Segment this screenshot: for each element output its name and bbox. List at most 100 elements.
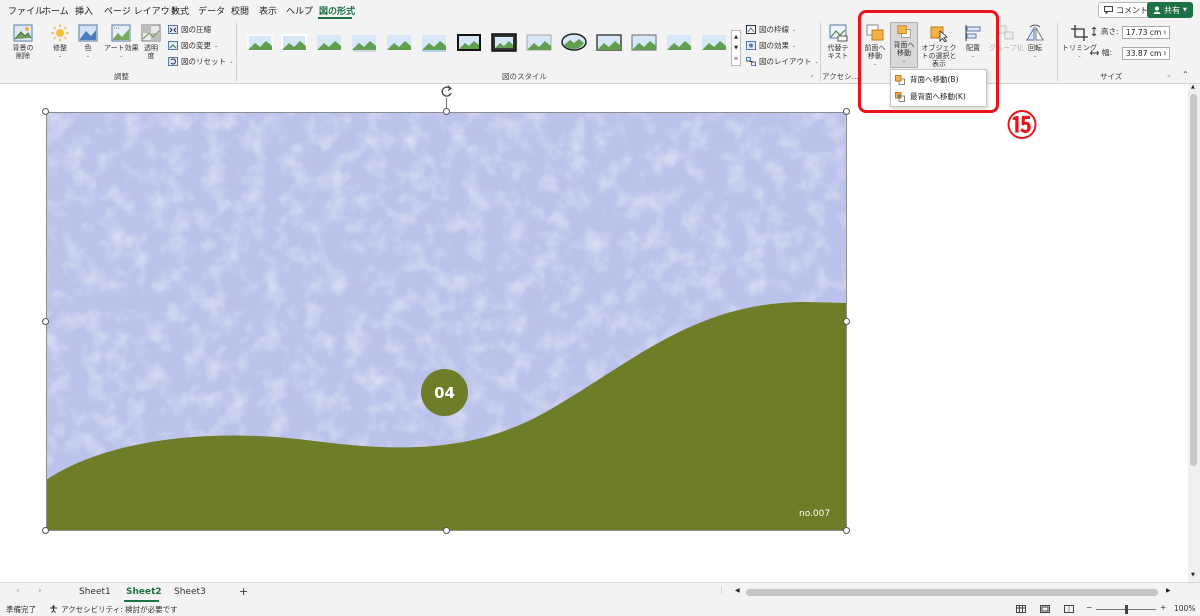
vertical-scroll-thumb[interactable]	[1190, 94, 1197, 466]
horizontal-scroll-thumb[interactable]	[746, 589, 1158, 596]
collapse-ribbon-icon[interactable]: ⌃	[1182, 70, 1189, 79]
resize-handle-top-right[interactable]	[843, 108, 850, 115]
comment-button[interactable]: コメント	[1098, 2, 1154, 18]
sheet-tab-1[interactable]: Sheet1	[79, 587, 111, 597]
color-button[interactable]: 色 ⌄	[78, 24, 98, 60]
next-sheet-icon[interactable]: ›	[38, 586, 42, 596]
accessibility-status[interactable]: アクセシビリティ: 検討が必要です	[61, 604, 178, 615]
alt-text-button[interactable]: 代替テキスト	[825, 24, 851, 60]
picture-effects-button[interactable]: 図の効果 ⌄	[746, 40, 796, 51]
transparency-icon	[141, 24, 161, 42]
tab-split-handle-icon[interactable]: ⋮	[718, 586, 725, 594]
picture-style-4[interactable]	[350, 31, 378, 53]
reset-picture-icon	[168, 57, 178, 66]
artistic-effects-icon	[111, 24, 131, 42]
group-separator	[820, 23, 821, 81]
picture-style-8[interactable]	[490, 31, 518, 53]
picture-style-9[interactable]	[525, 31, 553, 53]
selection-border	[46, 112, 847, 531]
step-number-annotation: ⑮	[1007, 109, 1037, 144]
corrections-button[interactable]: 修整 ⌄	[50, 24, 70, 60]
compress-pictures-button[interactable]: 図の圧縮	[168, 24, 211, 35]
scroll-right-icon[interactable]: ▶	[1166, 587, 1171, 594]
height-control: 高さ:	[1090, 26, 1119, 37]
artistic-effects-button[interactable]: アート効果 ⌄	[104, 24, 139, 60]
normal-view-icon[interactable]	[1016, 605, 1026, 613]
tab-page-layout[interactable]: ページ レイアウト	[104, 4, 179, 17]
dialog-launcher-icon[interactable]: ⌟	[1167, 71, 1170, 78]
zoom-slider-thumb[interactable]	[1125, 605, 1128, 614]
scroll-up-icon[interactable]: ▲	[1191, 84, 1195, 90]
resize-handle-top-left[interactable]	[42, 108, 49, 115]
picture-style-14[interactable]	[700, 31, 728, 53]
picture-style-5[interactable]	[385, 31, 413, 53]
chevron-down-icon[interactable]: ▼	[734, 45, 738, 51]
height-input[interactable]: 17.73 cm ⇕	[1122, 26, 1170, 39]
chevron-down-icon: ⌄	[792, 26, 797, 33]
picture-style-13[interactable]	[665, 31, 693, 53]
picture-style-11[interactable]	[595, 31, 623, 53]
remove-background-button[interactable]: 背景の削除	[10, 24, 36, 60]
picture-style-1[interactable]	[246, 31, 274, 53]
more-icon[interactable]: ≡	[734, 56, 738, 62]
tab-review[interactable]: 校閲	[231, 4, 249, 17]
tab-file[interactable]: ファイル	[8, 4, 44, 17]
group-separator	[1057, 23, 1058, 81]
sheet-tab-3[interactable]: Sheet3	[174, 587, 206, 597]
spinner-arrows-icon[interactable]: ⇕	[1163, 51, 1167, 57]
rotate-handle-icon[interactable]	[440, 85, 453, 98]
tab-home[interactable]: ホーム	[42, 4, 69, 17]
resize-handle-bottom-left[interactable]	[42, 527, 49, 534]
comment-icon	[1104, 6, 1113, 14]
spinner-arrows-icon[interactable]: ⇕	[1163, 30, 1167, 36]
width-control: 幅:	[1090, 47, 1112, 58]
tab-help[interactable]: ヘルプ	[286, 4, 313, 17]
share-icon	[1153, 6, 1161, 14]
prev-sheet-icon[interactable]: ‹	[16, 586, 20, 596]
picture-style-3[interactable]	[315, 31, 343, 53]
resize-handle-bottom[interactable]	[443, 527, 450, 534]
sheet-tab-2[interactable]: Sheet2	[126, 587, 162, 597]
tab-formulas[interactable]: 数式	[171, 4, 189, 17]
dialog-launcher-icon[interactable]: ⌟	[810, 71, 813, 78]
sun-icon	[51, 24, 69, 42]
change-picture-icon	[168, 41, 178, 50]
tab-insert[interactable]: 挿入	[75, 4, 93, 17]
picture-style-6[interactable]	[420, 31, 448, 53]
tab-data[interactable]: データ	[198, 4, 225, 17]
picture-style-7[interactable]	[455, 31, 483, 53]
add-sheet-button[interactable]: +	[239, 585, 248, 598]
zoom-in-icon[interactable]: +	[1160, 603, 1166, 612]
picture-border-button[interactable]: 図の枠線 ⌄	[746, 24, 796, 35]
styles-gallery-scroll[interactable]: ▲ ▼ ≡	[731, 30, 741, 66]
change-picture-button[interactable]: 図の変更 ⌄	[168, 40, 218, 51]
share-button[interactable]: 共有 ▼	[1147, 2, 1193, 18]
resize-handle-left[interactable]	[42, 318, 49, 325]
scroll-left-icon[interactable]: ◀	[735, 587, 740, 594]
tab-picture-format[interactable]: 図の形式	[319, 4, 355, 17]
group-separator	[236, 23, 237, 81]
resize-handle-bottom-right[interactable]	[843, 527, 850, 534]
scroll-down-icon[interactable]: ▼	[1191, 572, 1195, 578]
vertical-scrollbar[interactable]: ▲ ▼	[1188, 84, 1200, 582]
width-input[interactable]: 33.87 cm ⇕	[1122, 47, 1170, 60]
zoom-level[interactable]: 100%	[1174, 604, 1195, 613]
zoom-out-icon[interactable]: −	[1086, 603, 1092, 612]
picture-style-2[interactable]	[280, 31, 308, 53]
chevron-down-icon: ⌄	[792, 42, 797, 49]
reset-picture-button[interactable]: 図のリセット ⌄	[168, 56, 233, 67]
sheet-tabs-bar: ‹ › Sheet1 Sheet2 Sheet3 + ⋮ ◀ ▶	[0, 582, 1200, 602]
resize-handle-right[interactable]	[843, 318, 850, 325]
picture-style-12[interactable]	[630, 31, 658, 53]
picture-layout-button[interactable]: 図のレイアウト ⌄	[746, 56, 819, 67]
page-layout-view-icon[interactable]	[1040, 605, 1050, 613]
picture-style-10[interactable]	[560, 31, 588, 53]
alt-text-icon	[829, 24, 848, 42]
tab-view[interactable]: 表示	[259, 4, 277, 17]
chevron-up-icon[interactable]: ▲	[734, 34, 738, 40]
page-break-view-icon[interactable]	[1064, 605, 1074, 613]
rotate-button[interactable]: 回転 ⌄	[1025, 24, 1045, 60]
active-tab-indicator	[318, 17, 352, 19]
resize-handle-top[interactable]	[443, 108, 450, 115]
transparency-button[interactable]: 透明度	[141, 24, 161, 60]
